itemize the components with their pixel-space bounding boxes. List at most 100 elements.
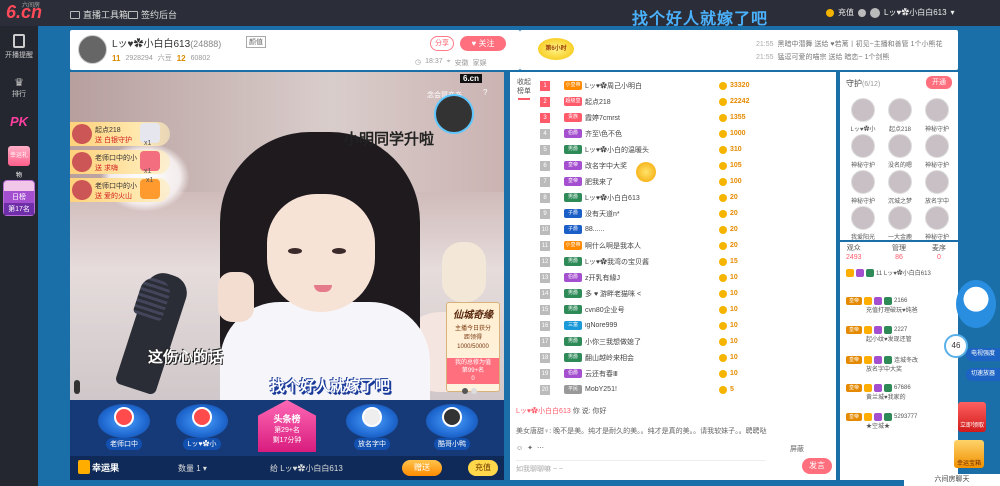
guard-member[interactable]: 我爱阳光 — [846, 206, 880, 241]
rank-user-name[interactable]: 小你三我想做媳了 — [585, 337, 705, 347]
guard-member[interactable]: 神秘守护 — [920, 98, 954, 133]
rank-row[interactable]: 8 男爵 Lッ♥✿小白白613 20 — [540, 190, 830, 205]
rank-row[interactable]: 5 男爵 Lッ♥✿小白的温暖头 310 — [540, 142, 830, 157]
backend-link[interactable]: 签约后台 — [128, 8, 177, 21]
gift-slot[interactable]: 老师口中 — [98, 404, 150, 450]
guard-member[interactable]: 神秘守护 — [920, 206, 954, 241]
gift-slot[interactable]: 放名字中 — [346, 404, 398, 450]
rank-row[interactable]: 4 伯爵 齐至\色不色 1000 — [540, 126, 830, 141]
rank-user-name[interactable]: MobY251! — [585, 386, 705, 393]
guard-member[interactable]: Lッ♥✿小 — [846, 98, 880, 133]
rank-user-name[interactable]: 没有天道n* — [585, 209, 705, 219]
tab-mic-queue[interactable]: 麦序 0 — [932, 244, 946, 262]
rank-row[interactable]: 14 男爵多 ♥ 游畔老猫咪 < 10 — [540, 286, 830, 301]
mic-icon[interactable] — [74, 380, 80, 394]
guard-member[interactable]: 没名的嗯 — [883, 134, 917, 169]
rank-user-name[interactable]: 起点218 — [585, 97, 705, 107]
rank-row[interactable]: 10 子爵 88...... 20 — [540, 222, 830, 237]
rail-gift[interactable]: 幸运礼物 — [0, 146, 38, 179]
selected-gift[interactable]: 幸运果 — [92, 461, 119, 474]
guard-member[interactable]: 起点218 — [883, 98, 917, 133]
rank-row[interactable]: 15 男爵 cvn80企业号 10 — [540, 302, 830, 317]
rank-row[interactable]: 16 三富 igNore999 10 — [540, 318, 830, 333]
lucky-box-button[interactable]: 幸运宝箱 — [954, 440, 984, 468]
collapse-ranklist-tab[interactable]: 收起榜单 — [516, 78, 532, 100]
rank-user-name[interactable]: 云还有春Ⅲ — [585, 369, 705, 379]
user-area[interactable]: 充值 Lッ♥✿小白白613 ▾ — [826, 7, 955, 18]
user-name[interactable]: Lッ♥✿小白白613 — [884, 7, 947, 18]
rail-open-stream[interactable]: 开播提醒 — [0, 34, 38, 60]
gift-slot[interactable]: 酷哥小鸭 — [426, 404, 478, 450]
viewer-row[interactable]: 皇帝 2166 充值打理破玩♥纯爸 — [846, 297, 954, 314]
rank-row[interactable]: 19 伯爵 云还有春Ⅲ 10 — [540, 366, 830, 381]
guard-member[interactable]: 神秘守护 — [846, 134, 880, 169]
rank-user-name[interactable]: 啊什么啊是我本人 — [585, 241, 705, 251]
send-gift-button[interactable]: 赠送 — [402, 460, 442, 476]
chat-input[interactable]: 如我聊聊嘛 ~ ~ — [516, 460, 766, 476]
event-promo[interactable]: 仙城奇缘 主播今日获分 距领得 1000/50000 我的总修为值 第99+名 … — [446, 302, 500, 392]
send-message-button[interactable]: 发言 — [802, 458, 832, 474]
rank-row[interactable]: 11 小皇帝 啊什么啊是我本人 20 — [540, 238, 830, 253]
rank-row[interactable]: 13 伯爵 z开乳有緣J 10 — [540, 270, 830, 285]
rank-row[interactable]: 1 小皇帝 Lッ♥✿周己小明白 33320 — [540, 78, 830, 93]
follow-button[interactable]: ♥ 关注 — [460, 36, 506, 51]
rank-user-name[interactable]: 齐至\色不色 — [585, 129, 705, 139]
rank-row[interactable]: 18 男爵 翻山越岭来相会 10 — [540, 350, 830, 365]
six-chat-button[interactable]: 六间房聊天 — [904, 474, 1000, 486]
gift-icon[interactable]: ✦ — [527, 444, 533, 452]
recipient-select[interactable]: 给 Lッ♥✿小白白613 — [270, 463, 343, 474]
pinned-user-avatar[interactable] — [434, 94, 474, 134]
viewer-row[interactable]: 皇帝 连城冬改 放名字中大奖 — [846, 355, 954, 373]
guard-member[interactable]: 神秘守护 — [846, 170, 880, 205]
rank-user-name[interactable]: 多 ♥ 游畔老猫咪 < — [585, 289, 705, 299]
carousel-dot[interactable] — [462, 388, 468, 394]
more-icon[interactable]: ⋯ — [537, 444, 544, 452]
toolbox-link[interactable]: 直播工具箱 — [70, 8, 128, 21]
tab-viewers[interactable]: 观众 2493 — [846, 244, 862, 262]
rank-row[interactable]: 6 皇帝 改名字中大奖 105 — [540, 158, 830, 173]
rail-pk[interactable]: PK — [0, 114, 38, 129]
rank-row[interactable]: 3 贵族 霞婷7cmrst 1355 — [540, 110, 830, 125]
recharge-link[interactable]: 充值 — [838, 7, 854, 18]
recharge-button[interactable]: 充值 — [468, 460, 498, 476]
mascot-icon[interactable] — [956, 280, 996, 328]
rank-row[interactable]: 17 男爵 小你三我想做媳了 10 — [540, 334, 830, 349]
guard-member[interactable]: 神秘守护 — [920, 134, 954, 169]
host-avatar[interactable] — [78, 35, 107, 64]
chevron-down-icon[interactable]: ▾ — [951, 8, 955, 17]
rank-row[interactable]: 9 子爵 没有天道n* 20 — [540, 206, 830, 221]
block-toggle[interactable]: 屏蔽 — [790, 444, 804, 454]
rank-user-name[interactable]: cvn80企业号 — [585, 305, 705, 315]
viewer-row[interactable]: 11 Lッ♥✿小白白613 — [846, 268, 954, 277]
guard-member[interactable]: 一大金鹿 — [883, 206, 917, 241]
rank-row[interactable]: 7 皇帝 肥我来了 100 — [540, 174, 830, 189]
rank-row[interactable]: 12 男爵 Lッ♥✿我湾の宝贝酱 15 — [540, 254, 830, 269]
carousel-dots[interactable] — [462, 388, 477, 394]
help-icon[interactable]: ? — [483, 88, 487, 97]
site-logo[interactable]: 6.cn 六间房 — [6, 2, 42, 24]
rank-row[interactable]: 2 超级皇 起点218 22242 — [540, 94, 830, 109]
rank-row[interactable]: 20 平民 MobY251! 5 — [540, 382, 830, 397]
rank-user-name[interactable]: 霞婷7cmrst — [585, 113, 705, 123]
user-avatar[interactable] — [870, 7, 880, 18]
rail-ranking[interactable]: ♛ 排行 — [0, 76, 38, 99]
rank-user-name[interactable]: Lッ♥✿小白白613 — [585, 193, 705, 203]
rank-user-name[interactable]: Lッ♥✿我湾の宝贝酱 — [585, 257, 705, 267]
switch-player-button[interactable]: 切速放器 — [966, 368, 1000, 381]
hourly-rank-badge[interactable]: 第6小时 — [538, 38, 574, 60]
video-player[interactable]: 小明同学升啦 这伤心的话 找个好人就嫁了吧 起点218 送 白银守护 x1 老师… — [70, 72, 504, 400]
rank-user-name[interactable]: 88...... — [585, 226, 705, 233]
emoji-icon[interactable]: ☺ — [516, 445, 523, 452]
viewer-row[interactable]: 皇帝 2227 起小纹♥发现还管 — [846, 326, 954, 343]
chat-user[interactable]: Lッ♥✿小白白613 — [516, 408, 571, 415]
rail-rank-badge[interactable]: 日榜 第17名 — [3, 180, 35, 216]
viewer-row[interactable]: 皇帝 67686 黄兰城♥我家的 — [846, 384, 954, 401]
gift-slot[interactable]: Lッ♥✿小 — [176, 404, 228, 450]
share-button[interactable]: 分享 — [430, 36, 454, 51]
carousel-dot[interactable] — [471, 388, 477, 394]
quantity-field[interactable]: 数量 1 ▾ — [178, 463, 207, 474]
rank-user-name[interactable]: 翻山越岭来相会 — [585, 353, 705, 363]
claim-gift-button[interactable]: 立即领取 — [958, 402, 986, 432]
headline-rank-card[interactable]: 头条榜 第29+名 剩17分钟 — [258, 400, 316, 452]
rank-user-name[interactable]: igNore999 — [585, 322, 705, 329]
